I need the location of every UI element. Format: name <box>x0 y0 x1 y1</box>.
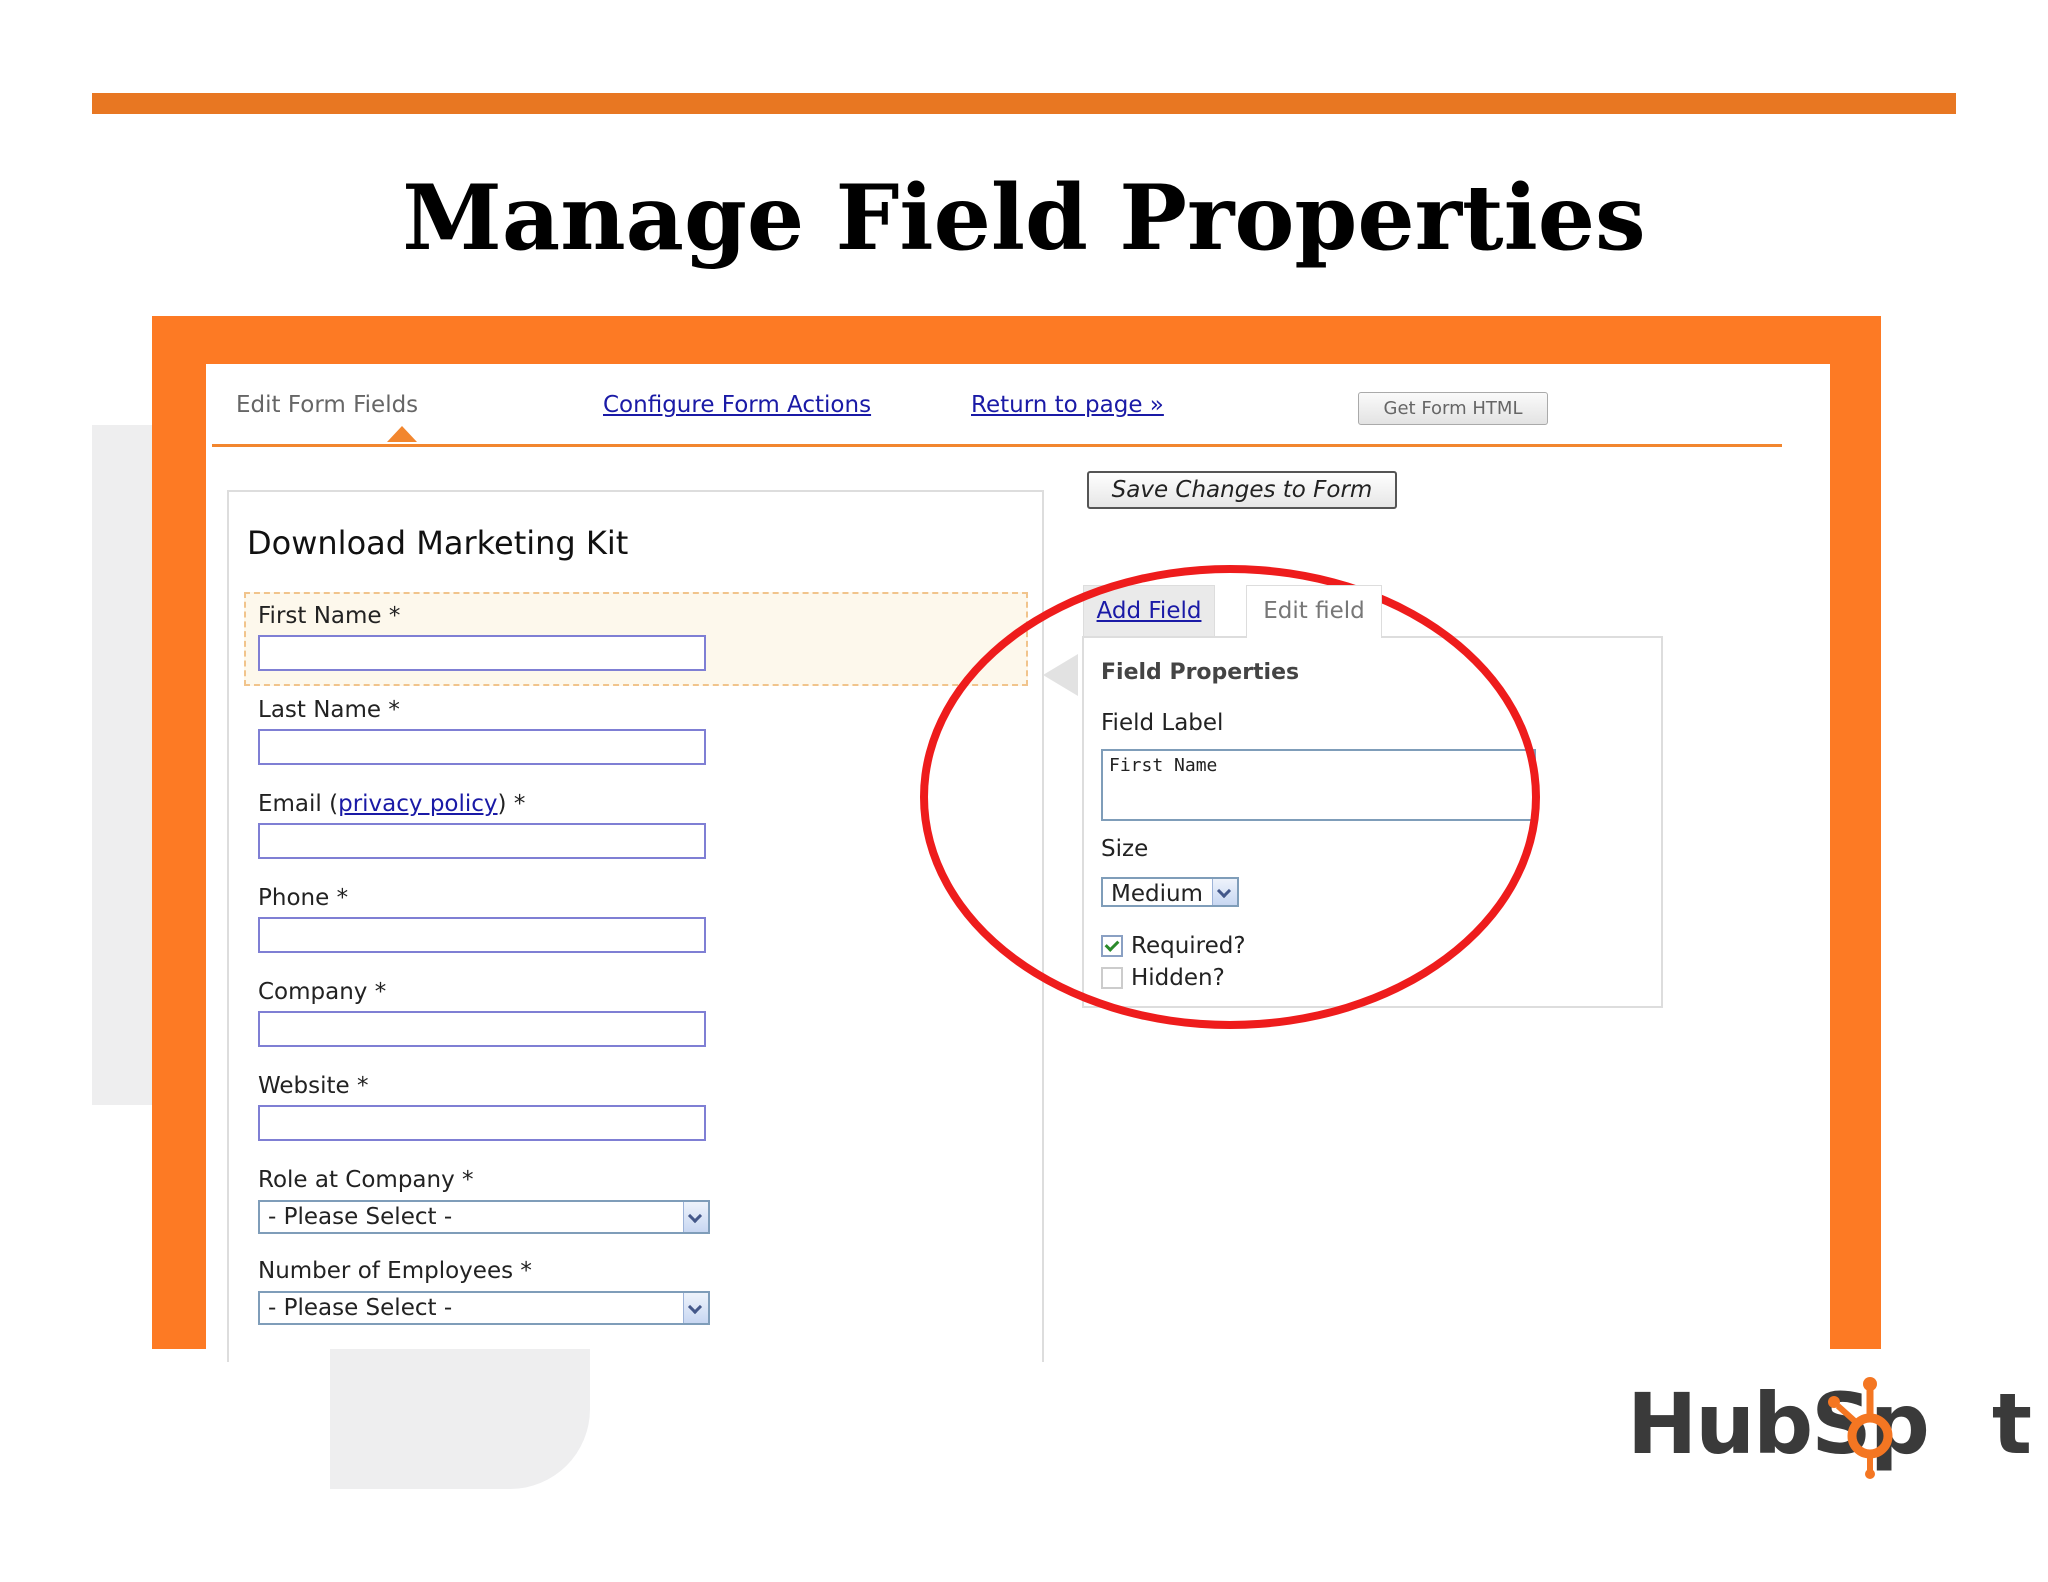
field-label-company: Company * <box>258 979 387 1005</box>
return-to-page-link[interactable]: Return to page » <box>971 392 1164 418</box>
form-title: Download Marketing Kit <box>247 524 629 562</box>
field-label-email: Email (privacy policy) * <box>258 791 526 817</box>
field-label-first-name: First Name * <box>258 603 401 629</box>
first-name-input[interactable] <box>258 635 706 671</box>
field-label-role: Role at Company * <box>258 1167 474 1193</box>
email-input[interactable] <box>258 823 706 859</box>
tab-edit-field[interactable]: Edit field <box>1246 585 1382 638</box>
field-label-phone: Phone * <box>258 885 349 911</box>
top-accent-bar <box>92 93 1956 114</box>
get-form-html-button[interactable]: Get Form HTML <box>1358 392 1548 425</box>
sprocket-icon <box>1828 1377 1893 1479</box>
role-select-value: - Please Select - <box>268 1204 453 1230</box>
website-input[interactable] <box>258 1105 706 1141</box>
tab-bar: Edit Form Fields Configure Form Actions … <box>212 364 1782 447</box>
form-preview: Download Marketing Kit First Name * Last… <box>227 490 1044 1362</box>
field-label-last-name: Last Name * <box>258 697 400 723</box>
employees-select[interactable]: - Please Select - <box>258 1291 710 1325</box>
phone-input[interactable] <box>258 917 706 953</box>
field-label-employees: Number of Employees * <box>258 1258 532 1284</box>
role-select[interactable]: - Please Select - <box>258 1200 710 1234</box>
field-label-website: Website * <box>258 1073 369 1099</box>
save-changes-button[interactable]: Save Changes to Form <box>1087 471 1397 509</box>
chevron-down-icon[interactable] <box>683 1293 708 1323</box>
last-name-input[interactable] <box>258 729 706 765</box>
slide-title: Manage Field Properties <box>402 165 1646 271</box>
tab-configure-form-actions[interactable]: Configure Form Actions <box>603 392 871 418</box>
privacy-policy-link[interactable]: privacy policy <box>338 791 497 817</box>
highlight-circle <box>920 565 1540 1029</box>
active-tab-indicator <box>387 426 417 442</box>
company-input[interactable] <box>258 1011 706 1047</box>
background-decoration <box>330 1349 590 1489</box>
employees-select-value: - Please Select - <box>268 1295 453 1321</box>
chevron-down-icon[interactable] <box>683 1202 708 1232</box>
tab-edit-form-fields[interactable]: Edit Form Fields <box>236 392 418 418</box>
